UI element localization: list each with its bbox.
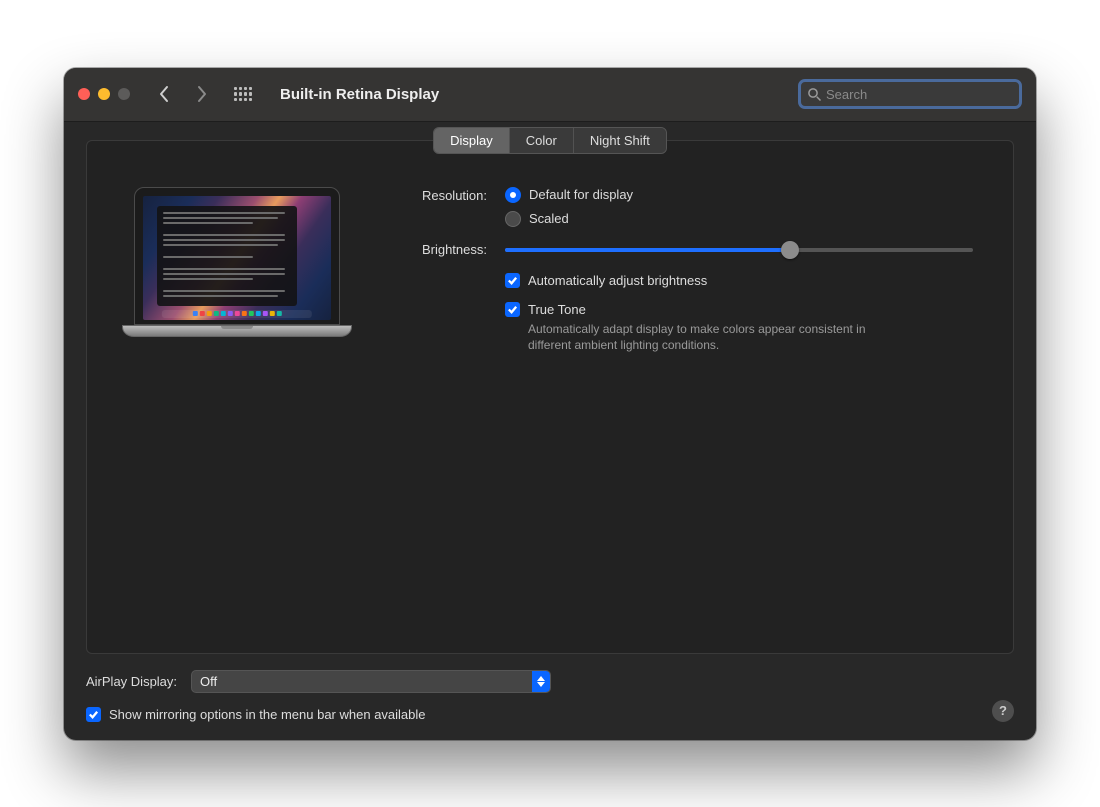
resolution-scaled-radio[interactable]: Scaled xyxy=(505,211,973,227)
settings-panel: Display Color Night Shift xyxy=(86,140,1014,654)
auto-brightness-checkbox[interactable]: Automatically adjust brightness xyxy=(505,273,973,288)
checkbox-label: True Tone xyxy=(528,302,586,317)
titlebar: Built-in Retina Display xyxy=(64,68,1036,122)
select-value: Off xyxy=(200,674,217,689)
content-area: Display Color Night Shift xyxy=(64,122,1036,740)
zoom-button[interactable] xyxy=(118,88,130,100)
minimize-button[interactable] xyxy=(98,88,110,100)
forward-button[interactable] xyxy=(188,80,216,108)
mirroring-checkbox[interactable]: Show mirroring options in the menu bar w… xyxy=(86,707,426,722)
display-preview xyxy=(117,187,357,353)
show-all-icon[interactable] xyxy=(230,81,256,107)
true-tone-checkbox[interactable]: True Tone xyxy=(505,302,973,317)
brightness-label: Brightness: xyxy=(377,241,487,257)
footer: AirPlay Display: Off Show mirroring opti… xyxy=(86,654,1014,722)
true-tone-helper: Automatically adapt display to make colo… xyxy=(505,321,875,353)
preferences-window: Built-in Retina Display Display Color Ni… xyxy=(64,68,1036,740)
search-input[interactable] xyxy=(826,87,1013,102)
checkbox-label: Show mirroring options in the menu bar w… xyxy=(109,707,426,722)
slider-thumb[interactable] xyxy=(781,241,799,259)
checkbox-icon xyxy=(505,273,520,288)
window-title: Built-in Retina Display xyxy=(280,86,439,103)
airplay-label: AirPlay Display: xyxy=(86,674,177,689)
laptop-icon xyxy=(122,187,352,337)
window-controls xyxy=(78,88,130,100)
search-field[interactable] xyxy=(798,79,1022,109)
radio-label: Scaled xyxy=(529,211,569,226)
close-button[interactable] xyxy=(78,88,90,100)
settings-form: Resolution: Default for display Scaled B… xyxy=(377,187,983,353)
select-stepper-icon xyxy=(532,671,550,692)
tab-display[interactable]: Display xyxy=(434,128,510,153)
resolution-default-radio[interactable]: Default for display xyxy=(505,187,973,203)
tab-bar: Display Color Night Shift xyxy=(433,127,667,154)
checkbox-icon xyxy=(505,302,520,317)
back-button[interactable] xyxy=(150,80,178,108)
resolution-label: Resolution: xyxy=(377,187,487,203)
tab-night-shift[interactable]: Night Shift xyxy=(574,128,666,153)
checkbox-icon xyxy=(86,707,101,722)
resolution-options: Default for display Scaled xyxy=(505,187,973,227)
search-icon xyxy=(807,87,822,102)
radio-label: Default for display xyxy=(529,187,633,202)
help-button[interactable]: ? xyxy=(992,700,1014,722)
brightness-slider[interactable] xyxy=(505,241,973,259)
checkbox-label: Automatically adjust brightness xyxy=(528,273,707,288)
tab-color[interactable]: Color xyxy=(510,128,574,153)
radio-icon xyxy=(505,187,521,203)
radio-icon xyxy=(505,211,521,227)
airplay-select[interactable]: Off xyxy=(191,670,551,693)
